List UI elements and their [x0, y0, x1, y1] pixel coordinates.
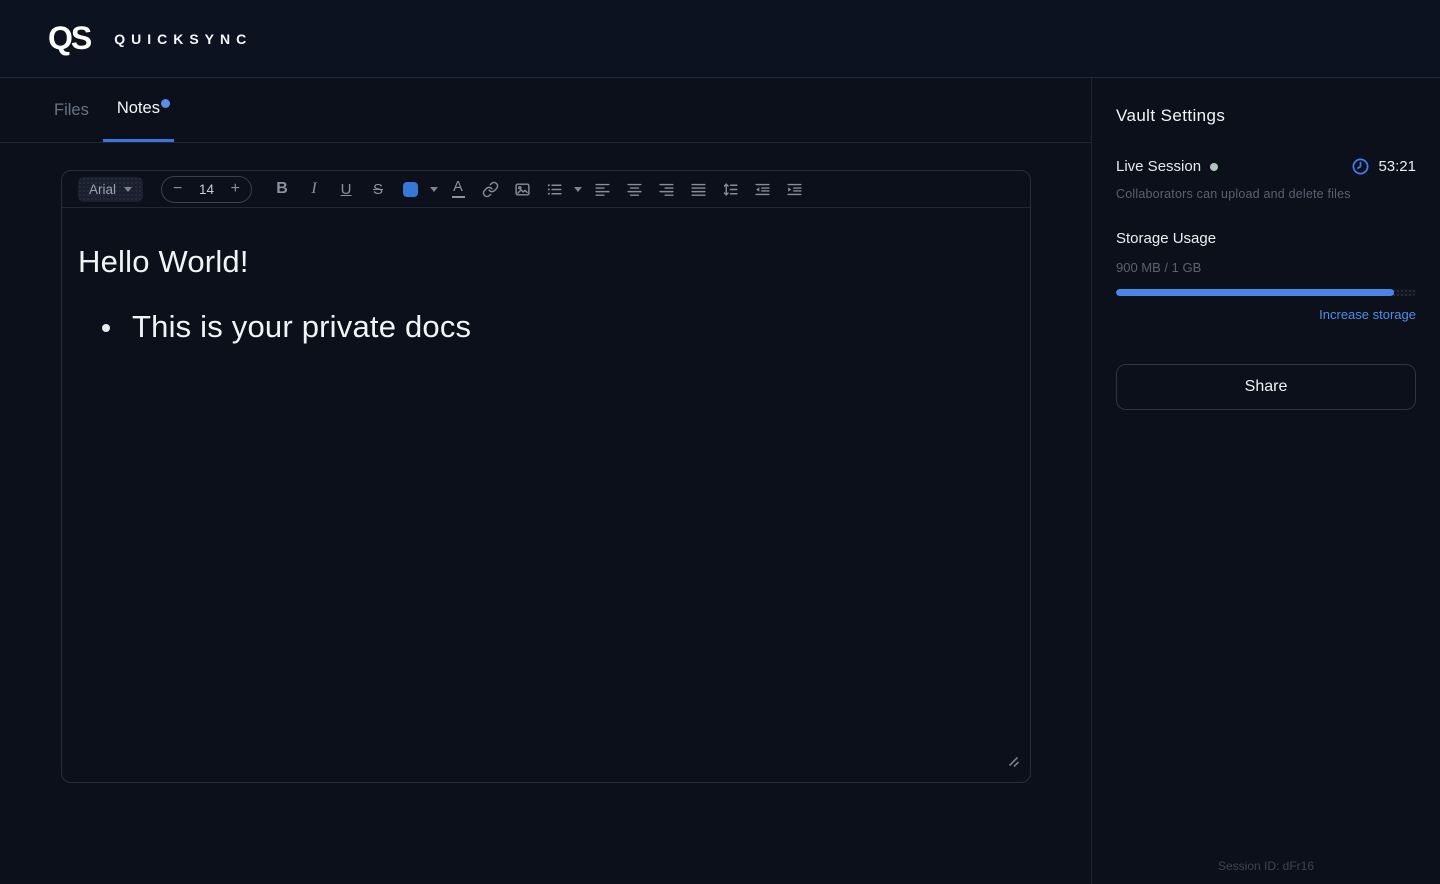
- italic-button[interactable]: I: [298, 175, 330, 203]
- editor-toolbar: Arial − 14 + B I U S A: [62, 171, 1030, 208]
- bold-icon: B: [276, 180, 288, 197]
- color-swatch-icon: [402, 181, 418, 197]
- tab-files-label: Files: [54, 100, 89, 119]
- decrease-font-button[interactable]: −: [173, 181, 182, 197]
- vault-settings-panel: Vault Settings Live Session 53:21 Collab…: [1092, 78, 1440, 884]
- increase-storage-link[interactable]: Increase storage: [1116, 307, 1416, 322]
- chevron-down-icon: [430, 186, 439, 192]
- notes-notification-dot: [160, 99, 170, 108]
- link-icon: [482, 181, 498, 197]
- strikethrough-icon: S: [373, 180, 384, 198]
- align-center-button[interactable]: [618, 175, 650, 203]
- color-swatch-dropdown[interactable]: [426, 175, 442, 203]
- doc-heading: Hello World!: [78, 244, 249, 279]
- storage-usage-label: Storage Usage: [1116, 230, 1217, 247]
- align-left-icon: [594, 183, 610, 196]
- align-right-icon: [658, 183, 674, 196]
- font-size-stepper: − 14 +: [161, 175, 253, 203]
- share-button[interactable]: Share: [1116, 364, 1416, 410]
- top-header: QS QUICKSYNC: [0, 0, 1440, 78]
- sidebar-title: Vault Settings: [1116, 106, 1226, 125]
- italic-icon: I: [311, 180, 317, 197]
- text-color-button[interactable]: A: [442, 175, 474, 203]
- main-panel: Files Notes Arial − 14 + B I U S A Hello…: [0, 78, 1092, 884]
- font-size-value: 14: [199, 181, 215, 197]
- increase-font-button[interactable]: +: [231, 181, 240, 197]
- bullet-list-button[interactable]: [538, 175, 570, 203]
- live-status-dot: [1210, 162, 1219, 171]
- tab-files[interactable]: Files: [40, 78, 103, 142]
- outdent-icon: [754, 183, 770, 195]
- live-session-row: Live Session 53:21: [1116, 157, 1416, 176]
- font-family-dropdown[interactable]: Arial: [78, 176, 144, 202]
- bullet-list-dropdown[interactable]: [570, 175, 586, 203]
- text-color-icon: A: [451, 180, 465, 198]
- tab-notes-label: Notes: [116, 99, 160, 117]
- align-right-button[interactable]: [650, 175, 682, 203]
- session-timer: 53:21: [1378, 158, 1416, 175]
- doc-bullet-list: This is your private docs: [78, 309, 1014, 345]
- live-session-label: Live Session: [1116, 158, 1202, 175]
- doc-bullet-item: This is your private docs: [78, 309, 1014, 345]
- tab-bar: Files Notes: [0, 78, 1091, 143]
- outdent-button[interactable]: [746, 175, 778, 203]
- bold-button[interactable]: B: [266, 175, 298, 203]
- align-left-button[interactable]: [586, 175, 618, 203]
- align-justify-icon: [690, 183, 706, 196]
- resize-handle[interactable]: [1007, 755, 1021, 774]
- indent-button[interactable]: [778, 175, 810, 203]
- chevron-down-icon: [124, 186, 133, 192]
- bullet-list-icon: [547, 183, 562, 195]
- clock-icon: [1352, 158, 1369, 175]
- font-family-value: Arial: [89, 181, 117, 197]
- line-spacing-icon: [723, 182, 738, 196]
- indent-icon: [786, 183, 802, 195]
- line-spacing-button[interactable]: [714, 175, 746, 203]
- app-window: QS QUICKSYNC Files Notes Arial − 14 + B …: [0, 0, 1440, 884]
- strikethrough-button[interactable]: S: [362, 175, 394, 203]
- storage-progress-bar: [1116, 289, 1416, 296]
- align-center-icon: [626, 183, 642, 196]
- live-session-caption: Collaborators can upload and delete file…: [1116, 187, 1351, 201]
- rich-text-editor: Arial − 14 + B I U S A Hello World! This…: [61, 170, 1031, 783]
- underline-button[interactable]: U: [330, 175, 362, 203]
- session-id: Session ID: dFr16: [1217, 859, 1315, 873]
- logo-icon: QS: [48, 20, 92, 56]
- insert-image-button[interactable]: [506, 175, 538, 203]
- storage-usage-value: 900 MB / 1 GB: [1116, 260, 1202, 275]
- color-swatch-button[interactable]: [394, 175, 426, 203]
- brand-name: QUICKSYNC: [114, 30, 253, 47]
- chevron-down-icon: [574, 186, 583, 192]
- insert-link-button[interactable]: [474, 175, 506, 203]
- underline-icon: U: [340, 180, 352, 198]
- image-icon: [514, 182, 530, 196]
- align-justify-button[interactable]: [682, 175, 714, 203]
- storage-progress-fill: [1116, 289, 1394, 296]
- tab-notes[interactable]: Notes: [102, 78, 174, 142]
- document-canvas[interactable]: Hello World! This is your private docs: [62, 208, 1030, 782]
- editor-area: Arial − 14 + B I U S A Hello World! This…: [0, 143, 1091, 884]
